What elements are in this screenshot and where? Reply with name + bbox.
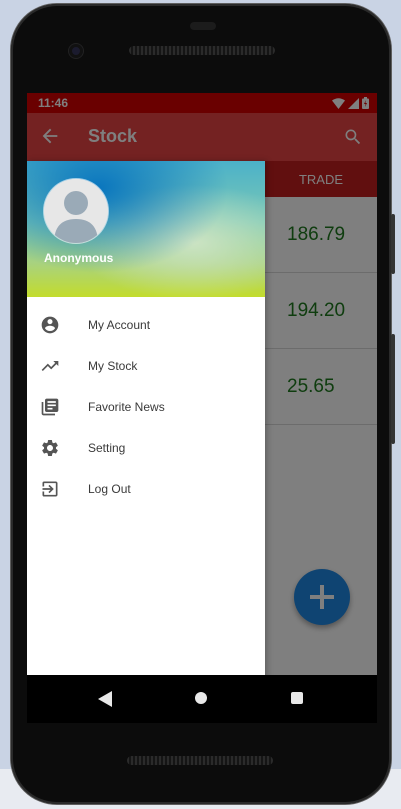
logout-icon	[42, 481, 58, 497]
username: Anonymous	[44, 251, 114, 265]
front-camera-icon	[69, 44, 83, 58]
gear-icon	[42, 439, 58, 456]
nav-home-icon[interactable]	[195, 692, 207, 704]
account-circle-icon	[41, 316, 59, 334]
phone-frame: TRADE 186.79 194.20 25.65 11:46	[11, 4, 395, 804]
menu-item-label: Setting	[88, 441, 126, 455]
drawer-header: Anonymous	[27, 161, 265, 297]
navigation-drawer: Anonymous My Account My Stock Favorite N…	[27, 161, 265, 675]
bottom-speaker-grille	[127, 756, 273, 765]
nav-recents-icon[interactable]	[291, 692, 303, 704]
menu-item-label: Favorite News	[88, 400, 165, 414]
nav-back-icon[interactable]	[98, 691, 112, 707]
avatar[interactable]	[44, 179, 108, 243]
menu-item-label: My Account	[88, 318, 151, 332]
power-button	[391, 334, 395, 444]
menu-item-label: Log Out	[88, 482, 131, 496]
menu-item-my-account[interactable]: My Account	[27, 305, 265, 346]
system-navigation-bar	[27, 675, 377, 723]
device-screen: TRADE 186.79 194.20 25.65 11:46	[27, 93, 377, 675]
volume-button	[391, 214, 395, 274]
top-speaker-grille	[129, 46, 275, 55]
menu-item-log-out[interactable]: Log Out	[27, 469, 265, 510]
menu-item-my-stock[interactable]: My Stock	[27, 346, 265, 387]
menu-item-favorite-news[interactable]: Favorite News	[27, 387, 265, 428]
trending-up-icon	[41, 361, 59, 371]
menu-item-label: My Stock	[88, 359, 138, 373]
menu-item-setting[interactable]: Setting	[27, 428, 265, 469]
earpiece	[190, 22, 216, 30]
news-icon	[41, 398, 59, 416]
user-placeholder-icon	[44, 179, 108, 243]
drawer-menu: My Account My Stock Favorite News Settin…	[27, 305, 265, 510]
